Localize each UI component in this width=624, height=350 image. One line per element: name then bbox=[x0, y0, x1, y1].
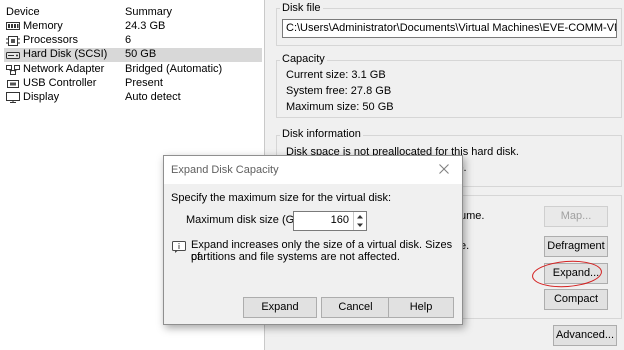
max-disk-size-value: 160 bbox=[330, 214, 349, 226]
device-summary: Bridged (Automatic) bbox=[125, 63, 223, 75]
compact-button[interactable]: Compact bbox=[544, 289, 608, 310]
dialog-cancel-button[interactable]: Cancel bbox=[321, 297, 390, 318]
current-size-text: Current size: 3.1 GB bbox=[286, 69, 386, 81]
dialog-help-button[interactable]: Help bbox=[388, 297, 454, 318]
device-row-network-adapter[interactable]: Network Adapter Bridged (Automatic) bbox=[4, 63, 262, 77]
advanced-button[interactable]: Advanced... bbox=[553, 325, 617, 346]
maximum-size-text: Maximum size: 50 GB bbox=[286, 101, 394, 113]
device-name: Hard Disk (SCSI) bbox=[23, 48, 108, 60]
display-icon bbox=[6, 92, 20, 103]
device-name: Network Adapter bbox=[23, 63, 105, 75]
dialog-prompt: Specify the maximum size for the virtual… bbox=[171, 192, 392, 204]
hard-disk-icon bbox=[6, 49, 20, 60]
dialog-title: Expand Disk Capacity bbox=[171, 164, 279, 176]
device-row-display[interactable]: Display Auto detect bbox=[4, 91, 262, 105]
device-summary: 50 GB bbox=[125, 48, 157, 60]
expand-disk-capacity-dialog: Expand Disk Capacity Specify the maximum… bbox=[163, 155, 463, 325]
system-free-text: System free: 27.8 GB bbox=[286, 85, 392, 97]
dialog-expand-button[interactable]: Expand bbox=[243, 297, 317, 318]
device-name: USB Controller bbox=[23, 77, 97, 89]
device-row-usb-controller[interactable]: USB Controller Present bbox=[4, 77, 262, 91]
device-summary: 24.3 GB bbox=[125, 20, 166, 32]
device-summary: Present bbox=[125, 77, 163, 89]
device-column-header[interactable]: Device bbox=[6, 6, 40, 18]
utility-text-partial-1: ume. bbox=[460, 210, 485, 222]
device-name: Memory bbox=[23, 20, 63, 32]
capacity-title: Capacity bbox=[280, 53, 327, 65]
processor-icon bbox=[6, 35, 20, 46]
defragment-button[interactable]: Defragment bbox=[544, 236, 608, 257]
close-icon[interactable] bbox=[438, 163, 450, 178]
device-name: Display bbox=[23, 91, 60, 103]
max-disk-size-spinner[interactable]: 160 bbox=[293, 211, 367, 231]
device-row-hard-disk[interactable]: Hard Disk (SCSI) 50 GB bbox=[4, 48, 262, 62]
spin-up-icon[interactable] bbox=[353, 212, 366, 221]
info-icon bbox=[172, 241, 186, 256]
device-row-processors[interactable]: Processors 6 bbox=[4, 34, 262, 48]
device-row-memory[interactable]: Memory 24.3 GB bbox=[4, 20, 262, 34]
network-adapter-icon bbox=[6, 64, 20, 75]
map-button[interactable]: Map... bbox=[544, 206, 608, 227]
disk-file-title: Disk file bbox=[280, 2, 323, 14]
disk-information-title: Disk information bbox=[280, 128, 363, 140]
info-text-line-2: partitions and file systems are not affe… bbox=[191, 251, 400, 263]
device-summary: 6 bbox=[125, 34, 132, 46]
dialog-title-bar[interactable]: Expand Disk Capacity bbox=[164, 156, 462, 184]
spin-down-icon[interactable] bbox=[353, 221, 366, 230]
device-summary: Auto detect bbox=[125, 91, 181, 103]
memory-icon bbox=[6, 21, 20, 32]
disk-file-path-field[interactable]: C:\Users\Administrator\Documents\Virtual… bbox=[282, 19, 617, 38]
summary-column-header[interactable]: Summary bbox=[125, 6, 172, 18]
max-disk-size-label: Maximum disk size (GB): bbox=[186, 214, 309, 226]
device-name: Processors bbox=[23, 34, 79, 46]
usb-controller-icon bbox=[6, 78, 20, 89]
